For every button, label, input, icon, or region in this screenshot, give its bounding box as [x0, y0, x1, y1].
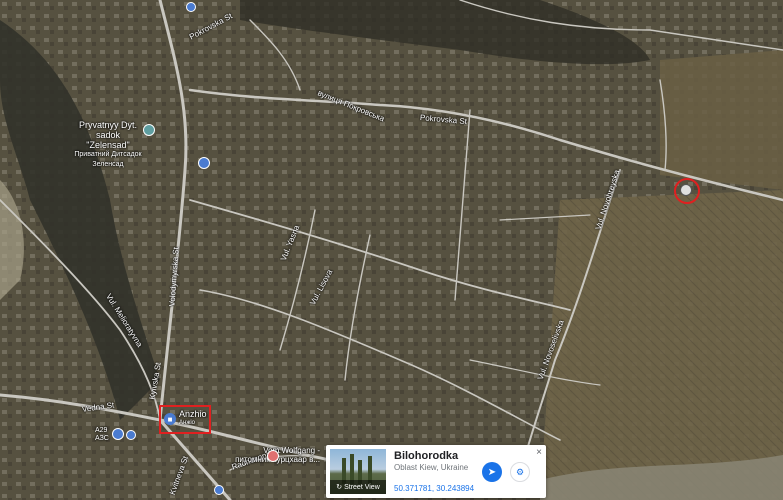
- poi-name-local: АЗС: [95, 435, 109, 442]
- gas-station-icon[interactable]: [112, 428, 124, 440]
- street-view-thumbnail[interactable]: ↻ Street View: [330, 449, 386, 494]
- poi-name-local: Анжіо: [179, 420, 195, 426]
- bus-stop-icon[interactable]: [186, 2, 196, 12]
- street-view-label: Street View: [344, 483, 380, 491]
- field-area: [540, 190, 783, 500]
- poi-name: A29: [95, 427, 108, 434]
- bus-stop-icon[interactable]: [198, 157, 210, 169]
- school-icon[interactable]: [143, 124, 155, 136]
- poi-name: Pryvatnyy Dyt. sadok "Zelensad": [78, 120, 137, 150]
- poi-name: Anzhio: [179, 409, 207, 419]
- close-icon[interactable]: ×: [536, 447, 542, 458]
- street-view-icon: ↻: [336, 484, 343, 491]
- bus-stop-icon[interactable]: [126, 430, 136, 440]
- shopping-icon: ■: [164, 413, 176, 425]
- bus-stop-icon[interactable]: [214, 485, 224, 495]
- poi-kindergarten-label[interactable]: Pryvatnyy Dyt. sadok "Zelensad" Приватни…: [74, 120, 142, 170]
- place-title: Bilohorodka: [394, 450, 459, 462]
- street-view-button[interactable]: ↻ Street View: [330, 480, 386, 494]
- satellite-map[interactable]: [0, 0, 783, 500]
- place-marker-icon[interactable]: [680, 184, 692, 196]
- poi-gas[interactable]: A29 АЗС: [95, 427, 109, 443]
- place-info-card[interactable]: ↻ Street View Bilohorodka Oblast Kiew, U…: [326, 445, 546, 498]
- directions-icon[interactable]: ➤: [482, 462, 502, 482]
- store-icon[interactable]: [267, 450, 279, 462]
- place-subtitle: Oblast Kiew, Ukraine: [394, 463, 469, 472]
- poi-name-local: Приватний Дитсадок Зеленсад: [74, 151, 142, 168]
- place-coordinates[interactable]: 50.371781, 30.243894: [394, 484, 474, 493]
- poi-anzhio[interactable]: ■ Anzhio Анжіо: [164, 410, 207, 428]
- field-area: [660, 50, 783, 190]
- share-icon[interactable]: ⚙: [510, 462, 530, 482]
